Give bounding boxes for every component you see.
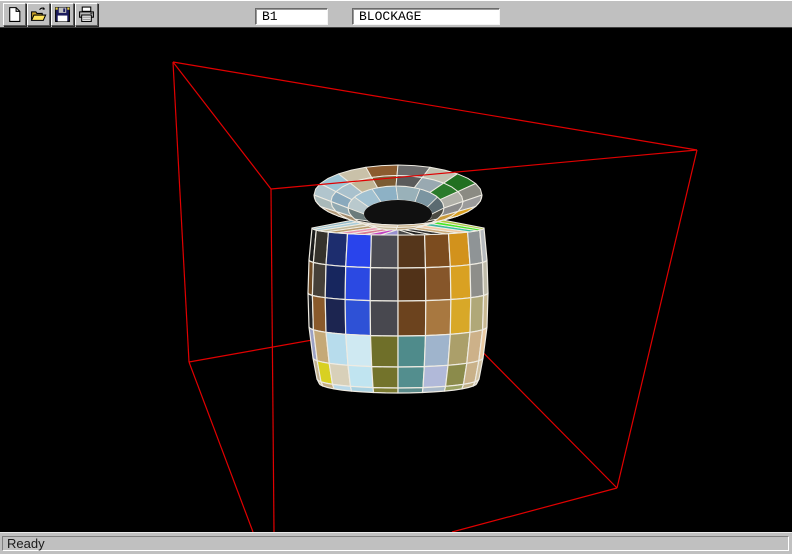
save-icon xyxy=(54,6,71,23)
viewport-3d[interactable] xyxy=(0,28,792,532)
toolbar-button-group xyxy=(3,3,98,26)
blockage-object[interactable] xyxy=(308,165,488,393)
object-name-field[interactable] xyxy=(352,8,500,25)
new-document-icon xyxy=(6,6,23,23)
print-button[interactable] xyxy=(75,3,98,26)
save-button[interactable] xyxy=(51,3,74,26)
status-bar: Ready xyxy=(0,532,792,554)
new-button[interactable] xyxy=(3,3,26,26)
open-folder-icon xyxy=(30,6,47,23)
cell-ref-field[interactable] xyxy=(255,8,328,25)
open-button[interactable] xyxy=(27,3,50,26)
print-icon xyxy=(78,6,95,23)
toolbar xyxy=(0,0,792,28)
status-text: Ready xyxy=(2,536,789,551)
